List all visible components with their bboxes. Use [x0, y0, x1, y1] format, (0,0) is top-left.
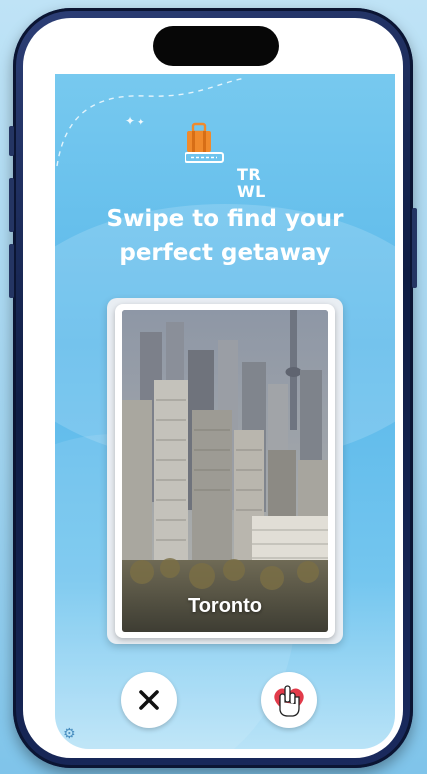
logo-line-1: TR: [237, 165, 262, 184]
logo-line-2: WL: [237, 182, 266, 201]
dislike-button[interactable]: [121, 672, 177, 728]
close-x-icon: [139, 690, 159, 710]
settings-gear-icon[interactable]: ⚙: [63, 726, 76, 742]
city-skyline-illustration: [122, 310, 328, 632]
app-screen: ✦ ✦ TR WL Swipe to find your perfect get…: [55, 74, 395, 749]
headline-line-1: Swipe to find your: [106, 206, 344, 232]
phone-side-button: [412, 208, 417, 288]
sparkle-icon: ✦: [125, 114, 136, 128]
suitcase-icon: [184, 122, 224, 163]
phone-side-button: [9, 178, 14, 232]
city-photo: Toronto: [122, 310, 328, 632]
like-button[interactable]: [261, 672, 317, 728]
app-logo: TR WL: [184, 120, 275, 200]
sparkle-icon: ✦: [137, 118, 145, 128]
phone-side-button: [9, 126, 14, 156]
headline: Swipe to find your perfect getaway: [55, 202, 395, 270]
destination-card[interactable]: Toronto: [115, 304, 335, 638]
phone-side-button: [9, 244, 14, 298]
hand-heart-icon: [274, 685, 304, 717]
logo-text: TR WL: [237, 166, 266, 200]
phone-notch: [153, 26, 279, 66]
city-name: Toronto: [187, 595, 263, 617]
headline-line-2: perfect getaway: [119, 240, 331, 266]
